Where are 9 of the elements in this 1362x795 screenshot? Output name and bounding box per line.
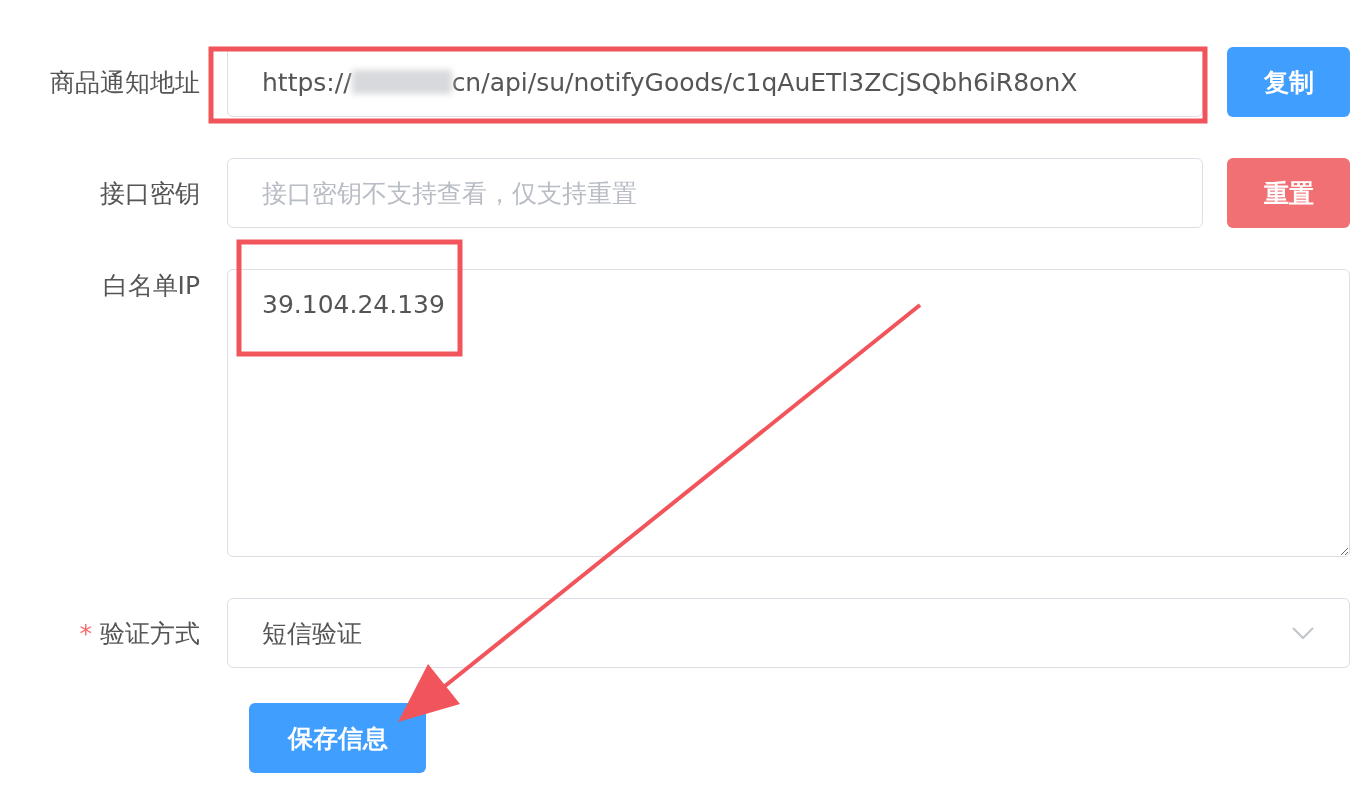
field-label: 商品通知地址 bbox=[50, 66, 200, 99]
secret-field[interactable]: 接口密钥不支持查看，仅支持重置 bbox=[227, 158, 1203, 228]
select-field[interactable]: 短信验证 bbox=[227, 598, 1350, 668]
field-label: 验证方式 bbox=[100, 617, 200, 650]
ip-textarea[interactable]: 39.104.24.139 bbox=[227, 269, 1350, 557]
field-label: 白名单IP bbox=[102, 270, 200, 302]
required-mark: * bbox=[79, 618, 92, 648]
field-label: 接口密钥 bbox=[100, 177, 200, 210]
chevron-down-icon bbox=[1291, 626, 1315, 640]
